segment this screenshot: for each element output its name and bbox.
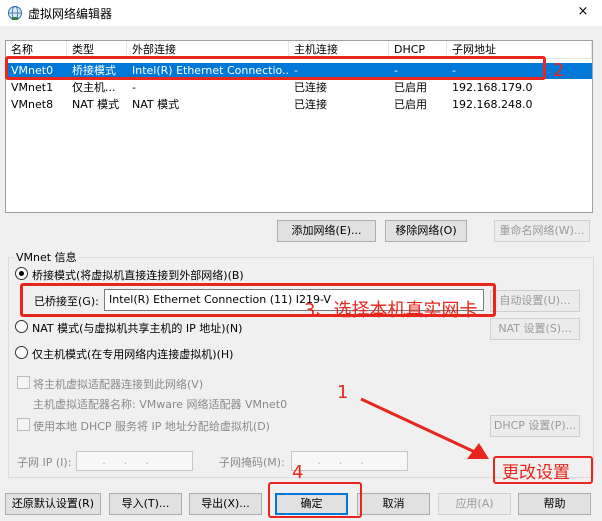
remove-network-button[interactable]: 移除网络(O) (385, 220, 467, 242)
use-dhcp-checkbox[interactable] (17, 418, 30, 431)
cell-host: 已连接 (294, 98, 327, 111)
import-button[interactable]: 导入(T)... (109, 493, 182, 515)
title-bar: 虚拟网络编辑器 × (0, 0, 602, 26)
bridged-mode-radio[interactable] (15, 267, 28, 280)
subnet-ip-field[interactable]: ... (76, 451, 193, 471)
adapter-name-label: 主机虚拟适配器名称: VMware 网络适配器 VMnet0 (33, 398, 288, 411)
subnet-ip-label: 子网 IP (I): (17, 456, 72, 469)
cell-name: VMnet1 (11, 81, 54, 94)
window-title: 虚拟网络编辑器 (28, 7, 113, 21)
host-only-mode-radio[interactable] (15, 346, 28, 359)
annotation-change-settings: 更改设置 (502, 463, 570, 483)
nat-mode-label[interactable]: NAT 模式(与虚拟机共享主机的 IP 地址)(N) (32, 320, 242, 336)
connect-adapter-checkbox[interactable] (17, 376, 30, 389)
annotation-number-1: 1 (337, 382, 349, 403)
cell-subnet: 192.168.248.0 (452, 98, 533, 111)
cell-host: 已连接 (294, 81, 327, 94)
cell-type: 仅主机... (72, 81, 116, 94)
cell-external: NAT 模式 (132, 98, 180, 111)
auto-settings-button[interactable]: 自动设置(U)... (490, 290, 580, 312)
restore-defaults-button[interactable]: 还原默认设置(R) (5, 493, 101, 515)
close-button[interactable]: × (572, 2, 594, 22)
use-dhcp-label[interactable]: 使用本地 DHCP 服务将 IP 地址分配给虚拟机(D) (33, 418, 270, 434)
nat-mode-radio[interactable] (15, 320, 28, 333)
export-button[interactable]: 导出(X)... (189, 493, 262, 515)
annotation-number-2: 2 (553, 60, 565, 81)
annotation-step-3: 3、选择本机真实网卡 (304, 300, 478, 321)
add-network-button[interactable]: 添加网络(E)... (277, 220, 376, 242)
annotation-box-ok (268, 482, 362, 518)
cell-type: NAT 模式 (72, 98, 120, 111)
list-row-vmnet8[interactable]: VMnet8 NAT 模式 NAT 模式 已连接 已启用 192.168.248… (6, 97, 592, 113)
network-globe-icon (8, 6, 22, 20)
nat-settings-button[interactable]: NAT 设置(S)... (490, 318, 580, 340)
cancel-button[interactable]: 取消 (357, 493, 430, 515)
cell-external: - (132, 81, 136, 94)
list-row-vmnet1[interactable]: VMnet1 仅主机... - 已连接 已启用 192.168.179.0 (6, 80, 592, 96)
apply-button[interactable]: 应用(A) (438, 493, 511, 515)
help-button[interactable]: 帮助 (518, 493, 591, 515)
annotation-number-4: 4 (292, 462, 304, 483)
bridged-mode-label[interactable]: 桥接模式(将虚拟机直接连接到外部网络)(B) (32, 267, 244, 283)
cell-name: VMnet8 (11, 98, 54, 111)
annotation-arrow-icon (360, 397, 489, 459)
cell-dhcp: 已启用 (394, 98, 427, 111)
subnet-mask-label: 子网掩码(M): (219, 456, 285, 469)
cell-dhcp: 已启用 (394, 81, 427, 94)
cell-subnet: 192.168.179.0 (452, 81, 533, 94)
vmnet-info-title: VMnet 信息 (14, 249, 79, 265)
rename-network-button[interactable]: 重命名网络(W)... (494, 220, 590, 242)
annotation-box-vmnet0 (5, 56, 546, 80)
host-only-mode-label[interactable]: 仅主机模式(在专用网络内连接虚拟机)(H) (32, 346, 233, 362)
dhcp-settings-button[interactable]: DHCP 设置(P)... (490, 415, 580, 437)
connect-adapter-label[interactable]: 将主机虚拟适配器连接到此网络(V) (33, 376, 203, 392)
